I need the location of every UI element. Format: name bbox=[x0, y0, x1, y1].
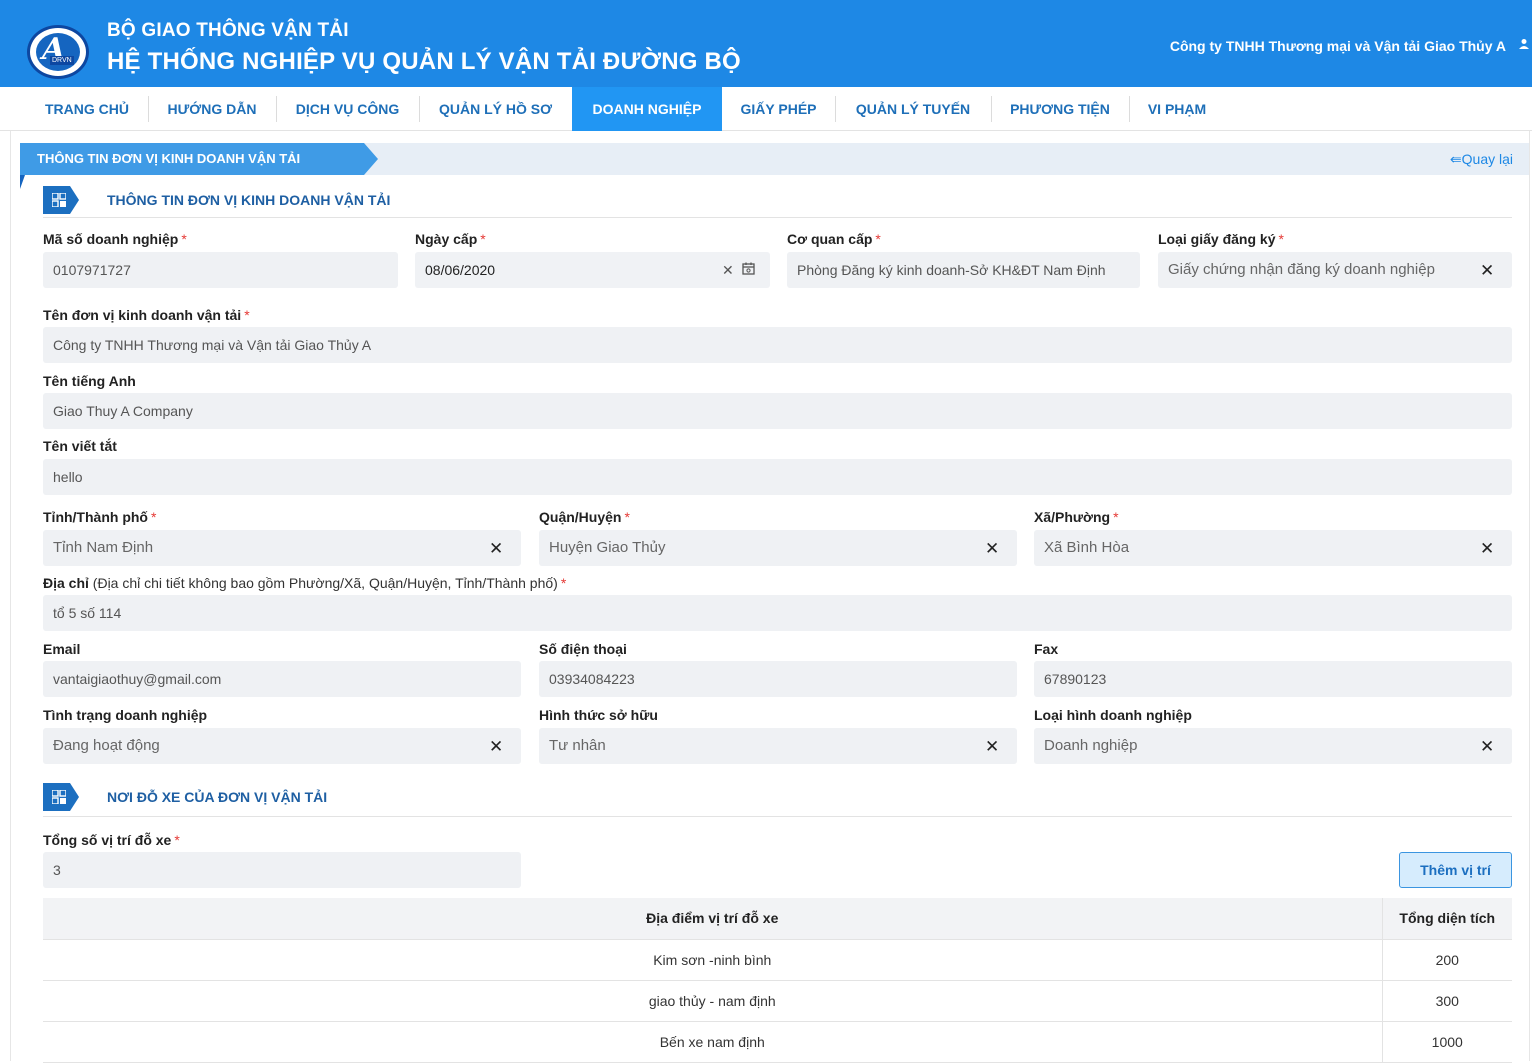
clear-icon[interactable]: ✕ bbox=[985, 738, 999, 755]
main-nav: TRANG CHỦ HƯỚNG DẪN DỊCH VỤ CÔNG QUẢN LÝ… bbox=[0, 87, 1532, 131]
nav-item-quan-ly-tuyen[interactable]: QUẢN LÝ TUYẾN bbox=[836, 87, 990, 131]
parking-location-cell: giao thủy - nam định bbox=[43, 980, 1382, 1022]
address-hint: (Địa chỉ chi tiết không bao gồm Phường/X… bbox=[92, 575, 558, 591]
required-mark: * bbox=[150, 509, 157, 525]
clear-icon[interactable]: ✕ bbox=[1480, 262, 1494, 279]
clear-date-icon[interactable]: ✕ bbox=[722, 262, 734, 279]
english-name-label: Tên tiếng Anh bbox=[43, 373, 136, 389]
nav-item-vi-pham[interactable]: VI PHẠM bbox=[1130, 87, 1224, 131]
tax-code-field[interactable]: 0107971727 bbox=[43, 252, 398, 288]
fax-field[interactable]: 67890123 bbox=[1034, 661, 1512, 697]
clear-icon[interactable]: ✕ bbox=[1480, 540, 1494, 557]
grid-icon bbox=[43, 186, 79, 214]
short-name-label: Tên viết tắt bbox=[43, 438, 117, 454]
table-header-row: Địa điểm vị trí đỗ xe Tổng diện tích bbox=[43, 898, 1512, 940]
nav-item-phuong-tien[interactable]: PHƯƠNG TIỆN bbox=[992, 87, 1128, 131]
registration-type-select[interactable]: Giấy chứng nhận đăng ký doanh nghiệp bbox=[1158, 252, 1512, 288]
ward-label: Xã/Phường * bbox=[1034, 509, 1119, 525]
parking-total-field[interactable]: 3 bbox=[43, 852, 521, 888]
email-label: Email bbox=[43, 641, 81, 657]
app-header: A DRVN BỘ GIAO THÔNG VẬN TẢI HỆ THỐNG NG… bbox=[0, 0, 1532, 87]
section-header-info: THÔNG TIN ĐƠN VỊ KINH DOANH VẬN TẢI bbox=[43, 186, 1512, 218]
parking-location-cell: Kim sơn -ninh bình bbox=[43, 939, 1382, 981]
nav-item-dich-vu-cong[interactable]: DỊCH VỤ CÔNG bbox=[277, 87, 418, 131]
fax-label: Fax bbox=[1034, 641, 1059, 657]
clear-icon[interactable]: ✕ bbox=[985, 540, 999, 557]
clear-icon[interactable]: ✕ bbox=[1480, 738, 1494, 755]
required-mark: * bbox=[244, 307, 250, 323]
logo-emblem: A DRVN bbox=[36, 33, 80, 71]
ownership-select[interactable]: Tư nhân bbox=[539, 728, 1017, 764]
parking-area-cell: 200 bbox=[1381, 939, 1512, 981]
english-name-field[interactable]: Giao Thuy A Company bbox=[43, 393, 1512, 429]
section-header-parking: NƠI ĐỖ XE CỦA ĐƠN VỊ VẬN TẢI bbox=[43, 783, 1512, 817]
address-field[interactable]: tổ 5 số 114 bbox=[43, 595, 1512, 631]
calendar-icon[interactable] bbox=[742, 262, 755, 280]
parking-area-cell: 300 bbox=[1381, 980, 1512, 1022]
system-title: HỆ THỐNG NGHIỆP VỤ QUẢN LÝ VẬN TẢI ĐƯỜNG… bbox=[107, 48, 741, 75]
tax-code-label: Mã số doanh nghiệp * bbox=[43, 231, 187, 247]
email-field[interactable]: vantaigiaothuy@gmail.com bbox=[43, 661, 521, 697]
parking-area-cell: 1000 bbox=[1381, 1021, 1512, 1063]
clear-icon[interactable]: ✕ bbox=[489, 540, 503, 557]
required-mark: * bbox=[1278, 231, 1284, 247]
page-title: THÔNG TIN ĐƠN VỊ KINH DOANH VẬN TẢI bbox=[20, 143, 378, 175]
status-label: Tình trạng doanh nghiệp bbox=[43, 707, 208, 723]
issuing-agency-field[interactable]: Phòng Đăng ký kinh doanh-Sở KH&ĐT Nam Đị… bbox=[787, 252, 1140, 288]
district-select[interactable]: Huyện Giao Thủy bbox=[539, 530, 1017, 566]
required-mark: * bbox=[1113, 509, 1119, 525]
ministry-name: BỘ GIAO THÔNG VẬN TẢI bbox=[107, 20, 349, 41]
registration-type-label: Loại giấy đăng ký * bbox=[1158, 231, 1284, 247]
parking-location-cell: Bến xe nam định bbox=[43, 1021, 1382, 1063]
phone-field[interactable]: 03934084223 bbox=[539, 661, 1017, 697]
table-row[interactable]: Bến xe nam định 1000 bbox=[43, 1021, 1512, 1063]
logo-text: DRVN bbox=[50, 56, 74, 65]
nav-item-huong-dan[interactable]: HƯỚNG DẪN bbox=[149, 87, 275, 131]
title-ribbon-corner bbox=[20, 175, 25, 189]
grid-icon bbox=[43, 783, 79, 811]
required-mark: * bbox=[560, 575, 567, 591]
issue-date-field[interactable]: 08/06/2020 bbox=[415, 252, 770, 288]
required-mark: * bbox=[480, 231, 486, 247]
drvn-logo[interactable]: A DRVN bbox=[27, 25, 89, 79]
company-name-field[interactable]: Công ty TNHH Thương mại và Vận tải Giao … bbox=[43, 327, 1512, 363]
parking-table: Địa điểm vị trí đỗ xe Tổng diện tích Kim… bbox=[43, 898, 1512, 1063]
issue-date-label: Ngày cấp * bbox=[415, 231, 486, 247]
user-menu[interactable]: Công ty TNHH Thương mại và Vận tải Giao … bbox=[1170, 38, 1506, 54]
nav-item-giay-phep[interactable]: GIẤY PHÉP bbox=[723, 87, 834, 131]
table-row[interactable]: Kim sơn -ninh bình 200 bbox=[43, 939, 1512, 981]
column-header-area[interactable]: Tổng diện tích bbox=[1381, 898, 1512, 940]
nav-item-trang-chu[interactable]: TRANG CHỦ bbox=[28, 87, 146, 131]
business-type-select[interactable]: Doanh nghiệp bbox=[1034, 728, 1512, 764]
required-mark: * bbox=[875, 231, 881, 247]
table-row[interactable]: giao thủy - nam định 300 bbox=[43, 980, 1512, 1022]
column-header-location[interactable]: Địa điểm vị trí đỗ xe bbox=[43, 898, 1382, 940]
issuing-agency-label: Cơ quan cấp * bbox=[787, 231, 881, 247]
nav-item-quan-ly-ho-so[interactable]: QUẢN LÝ HỒ SƠ bbox=[420, 87, 571, 131]
nav-item-doanh-nghiep[interactable]: DOANH NGHIỆP bbox=[572, 87, 722, 131]
person-icon[interactable] bbox=[1518, 38, 1530, 53]
province-label: Tỉnh/Thành phố * bbox=[43, 509, 157, 525]
add-location-button[interactable]: Thêm vị trí bbox=[1399, 852, 1512, 888]
required-mark: * bbox=[181, 231, 187, 247]
section-title: THÔNG TIN ĐƠN VỊ KINH DOANH VẬN TẢI bbox=[107, 192, 391, 208]
province-select[interactable]: Tỉnh Nam Định bbox=[43, 530, 521, 566]
required-mark: * bbox=[174, 832, 180, 848]
address-label: Địa chỉ (Địa chỉ chi tiết không bao gồm … bbox=[43, 575, 567, 591]
ward-select[interactable]: Xã Bình Hòa bbox=[1034, 530, 1512, 566]
business-type-label: Loại hình doanh nghiệp bbox=[1034, 707, 1192, 723]
clear-icon[interactable]: ✕ bbox=[489, 738, 503, 755]
company-name-label: Tên đơn vị kinh doanh vận tải * bbox=[43, 307, 250, 323]
required-mark: * bbox=[624, 509, 630, 525]
phone-label: Số điện thoại bbox=[539, 641, 627, 657]
ownership-label: Hình thức sở hữu bbox=[539, 707, 658, 723]
back-link[interactable]: ⇚Quay lại bbox=[1450, 151, 1513, 168]
short-name-field[interactable]: hello bbox=[43, 459, 1512, 495]
parking-total-label: Tổng số vị trí đỗ xe * bbox=[43, 832, 180, 848]
district-label: Quận/Huyện * bbox=[539, 509, 630, 525]
status-select[interactable]: Đang hoạt động bbox=[43, 728, 521, 764]
section-title: NƠI ĐỖ XE CỦA ĐƠN VỊ VẬN TẢI bbox=[107, 789, 328, 805]
